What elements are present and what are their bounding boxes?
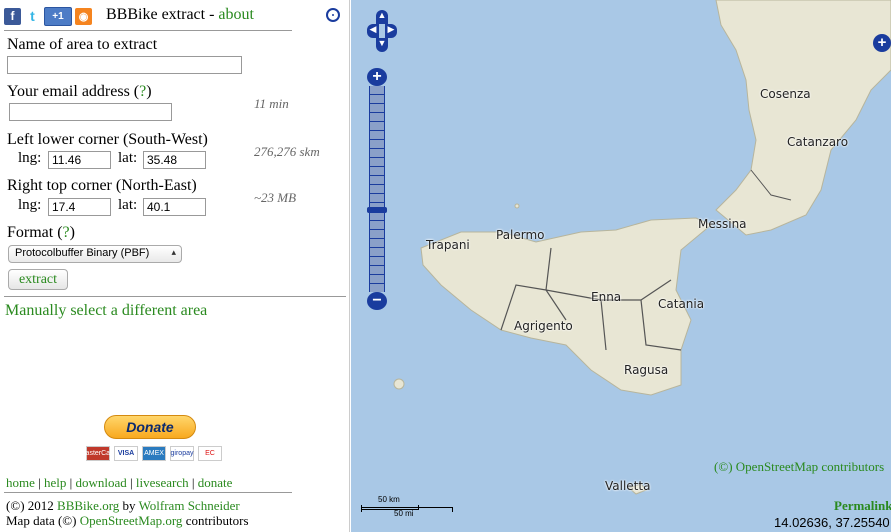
- permalink-link[interactable]: Permalink: [834, 498, 891, 514]
- footer-link-download[interactable]: download: [76, 475, 127, 490]
- time-estimate: 11 min: [254, 96, 289, 111]
- ne-lng-label: lng:: [18, 197, 42, 213]
- author-link[interactable]: Wolfram Schneider: [139, 498, 240, 513]
- footer-link-livesearch[interactable]: livesearch: [136, 475, 189, 490]
- payment-cards: MasterCard VISA AMEX giropay EC: [80, 446, 222, 461]
- pan-right-icon[interactable]: ▶: [385, 24, 397, 38]
- facebook-icon[interactable]: f: [4, 7, 21, 25]
- donate-button[interactable]: Donate: [104, 415, 196, 439]
- size-estimate: ~23 MB: [254, 190, 297, 205]
- footer-link-donate[interactable]: donate: [198, 475, 233, 490]
- sidebar: f t +1 ◉ BBBike extract - about Name of …: [0, 0, 350, 532]
- map-data-line: Map data (©) OpenStreetMap.org contribut…: [6, 513, 249, 529]
- twitter-icon[interactable]: t: [24, 7, 41, 25]
- sw-corner-label: Left lower corner (South-West): [7, 131, 208, 148]
- place-label: Catanzaro: [787, 135, 849, 149]
- zoom-out-button[interactable]: −: [367, 292, 387, 310]
- amex-icon: AMEX: [142, 446, 166, 461]
- format-label-close: ): [69, 224, 75, 241]
- map-view[interactable]: Cosenza Catanzaro Messina Palermo Trapan…: [351, 0, 891, 532]
- ne-corner-label: Right top corner (North-East): [7, 177, 197, 194]
- ec-icon: EC: [198, 446, 222, 461]
- ne-lng-input[interactable]: [48, 198, 111, 216]
- zoom-control: + −: [367, 68, 387, 312]
- copyright-line: (©) 2012 BBBike.org by Wolfram Schneider: [6, 498, 240, 514]
- place-label: Palermo: [496, 228, 545, 242]
- email-label-close: ): [146, 83, 152, 100]
- zoom-slider[interactable]: [369, 86, 385, 292]
- pan-control: ▲ ◀ ▶ ▼: [367, 10, 397, 56]
- pan-up-icon[interactable]: ▲: [376, 10, 388, 24]
- copyright-text: (©) 2012: [6, 498, 58, 513]
- divider: [4, 296, 346, 297]
- page-title: BBBike extract - about: [106, 6, 254, 24]
- place-label: Catania: [658, 297, 705, 311]
- place-label: Agrigento: [514, 319, 573, 333]
- place-label: Valletta: [605, 479, 651, 493]
- format-help-link[interactable]: ?: [63, 224, 70, 241]
- rss-icon[interactable]: ◉: [75, 7, 92, 25]
- zoom-in-button[interactable]: +: [367, 68, 387, 86]
- area-name-label: Name of area to extract: [7, 36, 158, 53]
- ne-lat-label: lat:: [118, 197, 138, 213]
- manual-select-link[interactable]: Manually select a different area: [5, 302, 207, 320]
- pan-left-icon[interactable]: ◀: [367, 24, 379, 38]
- bbbike-link[interactable]: BBBike.org: [57, 498, 119, 513]
- map-tiles: [351, 0, 891, 532]
- format-select[interactable]: Protocolbuffer Binary (PBF) ▴: [8, 245, 182, 263]
- divider: [4, 492, 292, 493]
- sw-lat-input[interactable]: [143, 151, 206, 169]
- format-label-text: Format (: [7, 224, 63, 241]
- pan-down-icon[interactable]: ▼: [376, 38, 388, 52]
- mastercard-icon: MasterCard: [80, 446, 116, 461]
- osm-link[interactable]: OpenStreetMap.org: [80, 513, 183, 528]
- select-arrows-icon: ▴: [171, 247, 176, 257]
- contributors-text: contributors: [182, 513, 249, 528]
- footer-link-help[interactable]: help: [44, 475, 66, 490]
- compass-icon[interactable]: [326, 8, 340, 22]
- sw-lng-input[interactable]: [48, 151, 111, 169]
- google-plus-icon[interactable]: +1: [44, 6, 72, 26]
- format-label: Format (?): [7, 224, 75, 242]
- sw-lat-label: lat:: [118, 150, 138, 166]
- scale-km: 50 km: [378, 495, 400, 504]
- mouse-coordinates: 14.02636, 37.25540: [774, 515, 890, 530]
- email-label-text: Your email address (: [7, 83, 140, 100]
- map-data-text: Map data (©): [6, 513, 80, 528]
- footer-links: home | help | download | livesearch | do…: [6, 475, 233, 490]
- place-label: Cosenza: [760, 87, 811, 101]
- area-estimate: 276,276 skm: [254, 144, 320, 159]
- format-select-value: Protocolbuffer Binary (PBF): [15, 247, 150, 259]
- area-name-input[interactable]: [7, 56, 242, 74]
- zoom-slider-handle[interactable]: [367, 207, 387, 213]
- layer-switcher-button[interactable]: +: [873, 34, 891, 52]
- place-label: Trapani: [426, 238, 470, 252]
- by-text: by: [119, 498, 139, 513]
- footer-link-home[interactable]: home: [6, 475, 35, 490]
- ne-lat-input[interactable]: [143, 198, 206, 216]
- email-input[interactable]: [9, 103, 172, 121]
- visa-icon: VISA: [114, 446, 138, 461]
- social-bar: f t +1 ◉: [4, 6, 92, 26]
- place-label: Messina: [698, 217, 747, 231]
- sw-lng-label: lng:: [18, 150, 42, 166]
- email-label: Your email address (?): [7, 83, 152, 101]
- place-label: Enna: [591, 290, 622, 304]
- map-attribution[interactable]: (©) OpenStreetMap contributors: [714, 459, 884, 475]
- divider: [4, 30, 292, 31]
- about-link[interactable]: about: [218, 6, 254, 23]
- scale-bar: 50 km 50 mi: [361, 495, 471, 521]
- giropay-icon: giropay: [170, 446, 194, 461]
- scale-mi: 50 mi: [394, 509, 414, 518]
- title-text: BBBike extract -: [106, 6, 219, 23]
- place-label: Ragusa: [624, 363, 669, 377]
- extract-button[interactable]: extract: [8, 269, 68, 290]
